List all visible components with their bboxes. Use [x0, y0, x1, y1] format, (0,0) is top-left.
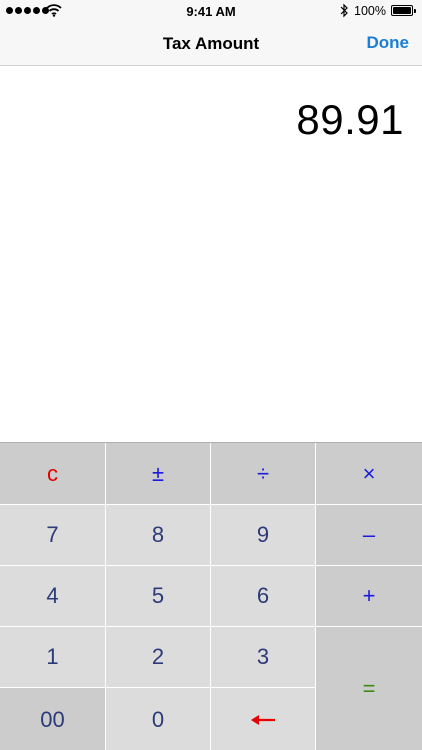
- plus-minus-button[interactable]: ±: [106, 443, 211, 505]
- plus-button[interactable]: +: [316, 566, 422, 627]
- clear-label: c: [47, 460, 58, 486]
- amount-display: 89.91: [296, 96, 404, 143]
- left-arrow-icon: [251, 714, 275, 725]
- digit-3-label: 3: [256, 644, 270, 669]
- equals-button[interactable]: =: [316, 627, 422, 750]
- divide-button[interactable]: ÷: [211, 443, 316, 505]
- done-button[interactable]: Done: [367, 33, 410, 53]
- minus-button[interactable]: –: [316, 505, 422, 566]
- double-zero-label: 00: [40, 706, 65, 732]
- digit-4-button[interactable]: 4: [0, 566, 106, 627]
- digit-0-button[interactable]: 0: [106, 688, 211, 750]
- digit-8-label: 8: [151, 522, 165, 547]
- page-title: Tax Amount: [162, 34, 260, 53]
- double-zero-button[interactable]: 00: [0, 688, 106, 750]
- plus-minus-label: ±: [151, 460, 165, 486]
- digit-2-button[interactable]: 2: [106, 627, 211, 688]
- digit-4-label: 4: [46, 583, 59, 608]
- battery-icon: [391, 5, 416, 16]
- digit-5-label: 5: [151, 583, 165, 608]
- plus-label: +: [362, 583, 376, 608]
- calculator-keypad: c ± ÷ × 7 8 9 – 4 5 6 + 1 2 3 = 00 0: [0, 442, 422, 750]
- digit-3-button[interactable]: 3: [211, 627, 316, 688]
- digit-1-button[interactable]: 1: [0, 627, 106, 688]
- backspace-button[interactable]: [211, 688, 316, 750]
- multiply-label: ×: [362, 460, 376, 486]
- bluetooth-icon: [340, 3, 348, 18]
- digit-0-label: 0: [151, 706, 165, 732]
- digit-8-button[interactable]: 8: [106, 505, 211, 566]
- tax-amount-screen: 9:41 AM 100% Tax Amount Done 89.91 c ± ÷…: [0, 0, 422, 750]
- clear-button[interactable]: c: [0, 443, 106, 505]
- divide-label: ÷: [256, 460, 270, 486]
- digit-6-label: 6: [256, 583, 270, 608]
- digit-6-button[interactable]: 6: [211, 566, 316, 627]
- digit-9-label: 9: [256, 522, 270, 547]
- digit-5-button[interactable]: 5: [106, 566, 211, 627]
- digit-1-label: 1: [46, 644, 59, 669]
- battery-percentage: 100%: [354, 4, 386, 18]
- digit-7-button[interactable]: 7: [0, 505, 106, 566]
- status-bar: 9:41 AM 100%: [0, 0, 422, 22]
- equals-label: =: [362, 676, 376, 701]
- digit-2-label: 2: [151, 644, 165, 669]
- multiply-button[interactable]: ×: [316, 443, 422, 505]
- digit-7-label: 7: [46, 522, 59, 547]
- navigation-bar: Tax Amount Done: [0, 22, 422, 66]
- minus-label: –: [362, 522, 376, 547]
- digit-9-button[interactable]: 9: [211, 505, 316, 566]
